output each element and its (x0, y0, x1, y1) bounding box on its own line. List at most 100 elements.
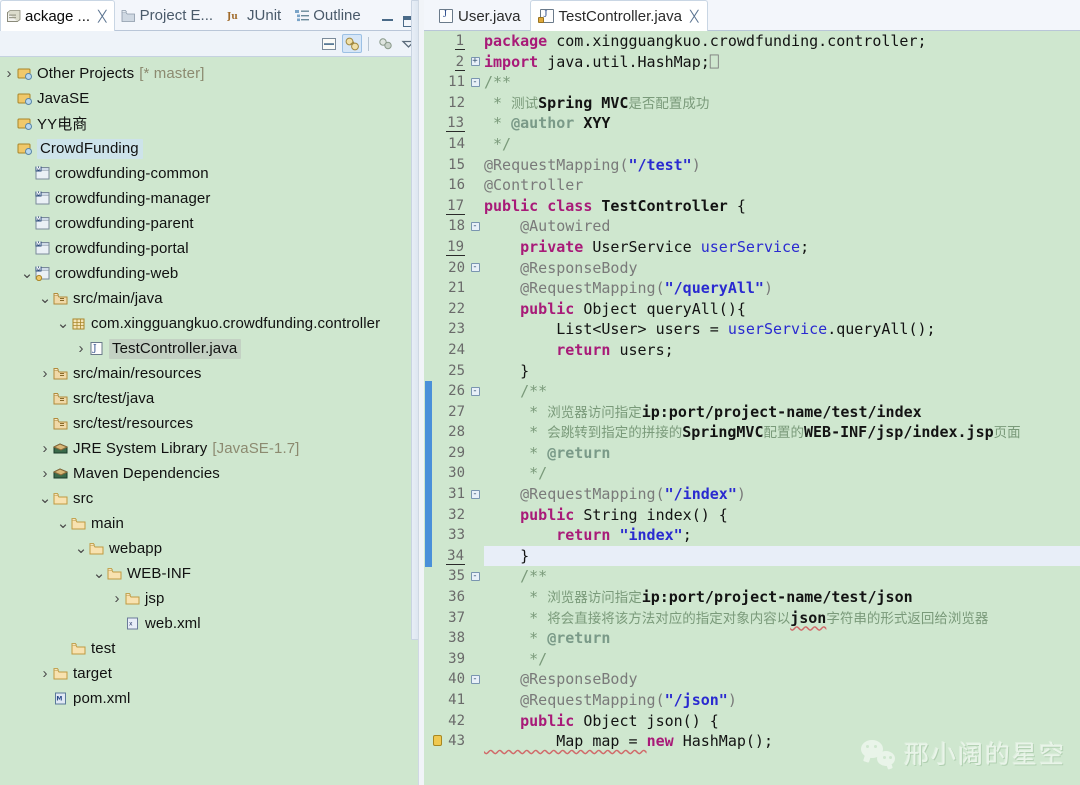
code-line[interactable]: } (484, 545, 1080, 567)
code-line[interactable]: private UserService userService; (484, 237, 1080, 258)
code-line[interactable]: import java.util.HashMap;⎕ (484, 52, 1080, 73)
fold-marker[interactable]: + (469, 52, 481, 73)
fold-marker[interactable]: - (469, 566, 481, 587)
tree-row[interactable]: Mcrowdfunding-common (0, 161, 424, 186)
tree-row[interactable]: ⌄ src (0, 486, 424, 511)
chevron-down-icon[interactable]: ⌄ (20, 266, 34, 281)
code-line[interactable]: * 测试Spring MVC是否配置成功 (484, 93, 1080, 114)
fold-marker[interactable]: - (469, 669, 481, 690)
fold-marker[interactable]: - (469, 484, 481, 505)
code-line[interactable]: /** (484, 381, 1080, 402)
project-tree[interactable]: › Other Projects [* master] JavaSE YY电商 Crowd… (0, 57, 424, 785)
code-line[interactable]: Map map = new HashMap(); (484, 731, 1080, 752)
tree-row[interactable]: › src/main/resources (0, 361, 424, 386)
code-line[interactable]: */ (484, 649, 1080, 670)
collapse-all-button[interactable] (319, 34, 339, 53)
tree-row[interactable]: ⌄ main (0, 511, 424, 536)
code-line[interactable]: * 将会直接将该方法对应的指定对象内容以json字符串的形式返回给浏览器 (484, 608, 1080, 629)
code-line[interactable]: /** (484, 72, 1080, 93)
tree-row[interactable]: JavaSE (0, 86, 424, 111)
code-line[interactable]: /** (484, 566, 1080, 587)
tree-row[interactable]: › J TestController.java (0, 336, 424, 361)
code-line[interactable]: public String index() { (484, 505, 1080, 526)
tree-row[interactable]: ⌄ webapp (0, 536, 424, 561)
warning-marker-icon[interactable] (433, 735, 442, 747)
tree-row[interactable]: test (0, 636, 424, 661)
chevron-right-icon[interactable]: › (38, 440, 52, 457)
minimize-icon[interactable] (382, 19, 393, 21)
code-line[interactable]: @RequestMapping("/json") (484, 690, 1080, 711)
code-line[interactable]: @ResponseBody (484, 258, 1080, 279)
tree-row[interactable]: YY电商 (0, 111, 424, 136)
tree-row[interactable]: › target (0, 661, 424, 686)
tree-row[interactable]: › JRE System Library [JavaSE-1.7] (0, 436, 424, 461)
chevron-down-icon[interactable]: ⌄ (56, 316, 70, 331)
code-line[interactable]: @RequestMapping("/test") (484, 155, 1080, 176)
code-line[interactable]: @RequestMapping("/index") (484, 484, 1080, 505)
tree-row[interactable]: Mcrowdfunding-parent (0, 211, 424, 236)
fold-collapse-icon[interactable]: - (470, 674, 480, 684)
close-icon[interactable]: ╳ (98, 10, 106, 23)
folding-column[interactable]: + - - - - - - - (469, 31, 481, 785)
tree-row[interactable]: › Maven Dependencies (0, 461, 424, 486)
link-with-editor-button[interactable] (342, 34, 362, 53)
code-line[interactable]: * @return (484, 443, 1080, 464)
code-line[interactable]: public Object json() { (484, 711, 1080, 732)
tree-row[interactable]: src/test/resources (0, 411, 424, 436)
fold-collapse-icon[interactable]: - (470, 489, 480, 499)
tree-row[interactable]: ⌄ Mcrowdfunding-web (0, 261, 424, 286)
code-line[interactable]: * 会跳转到指定的拼接的SpringMVC配置的WEB-INF/jsp/inde… (484, 422, 1080, 443)
editor-tab-testcontroller-java[interactable]: TestController.java ╳ (529, 0, 708, 31)
view-tab-project-explorer[interactable]: Project E... (115, 1, 221, 30)
chevron-right-icon[interactable]: › (74, 340, 88, 357)
code-line[interactable]: public class TestController { (484, 196, 1080, 217)
source-code[interactable]: package com.xingguangkuo.crowdfunding.co… (481, 31, 1080, 785)
tree-row[interactable]: x web.xml (0, 611, 424, 636)
view-tab-package-explorer[interactable]: ackage ... ╳ (0, 0, 115, 31)
fold-collapse-icon[interactable]: - (470, 263, 480, 273)
chevron-right-icon[interactable]: › (38, 365, 52, 382)
tree-row[interactable]: ⌄ WEB-INF (0, 561, 424, 586)
chevron-right-icon[interactable]: › (2, 65, 16, 82)
chevron-right-icon[interactable]: › (38, 465, 52, 482)
chevron-right-icon[interactable]: › (110, 590, 124, 607)
code-line[interactable]: return "index"; (484, 525, 1080, 546)
tree-row[interactable]: Mpom.xml (0, 686, 424, 711)
code-line[interactable]: List<User> users = userService.queryAll(… (484, 319, 1080, 340)
fold-collapse-icon[interactable]: - (470, 386, 480, 396)
tree-row[interactable]: › Other Projects [* master] (0, 61, 424, 86)
code-line[interactable]: */ (484, 463, 1080, 484)
close-icon[interactable]: ╳ (690, 10, 698, 23)
chevron-down-icon[interactable]: ⌄ (92, 566, 106, 581)
fold-collapse-icon[interactable]: - (470, 571, 480, 581)
code-line[interactable]: * 浏览器访问指定ip:port/project-name/test/index (484, 402, 1080, 423)
editor-tab-user-java[interactable]: User.java (430, 2, 530, 30)
fold-collapse-icon[interactable]: - (470, 221, 480, 231)
code-line[interactable]: * @author XYY (484, 113, 1080, 134)
code-line[interactable]: * 浏览器访问指定ip:port/project-name/test/json (484, 587, 1080, 608)
code-line[interactable]: public Object queryAll(){ (484, 299, 1080, 320)
view-filters-button[interactable] (375, 34, 395, 53)
code-line[interactable]: @Autowired (484, 216, 1080, 237)
view-tab-junit[interactable]: Ju JUnit (221, 1, 289, 30)
tree-row[interactable]: › jsp (0, 586, 424, 611)
tree-row[interactable]: CrowdFunding (0, 136, 424, 161)
fold-expand-icon[interactable]: + (470, 57, 480, 67)
code-line[interactable]: */ (484, 134, 1080, 155)
code-line[interactable]: @ResponseBody (484, 669, 1080, 690)
fold-marker[interactable]: - (469, 258, 481, 279)
chevron-down-icon[interactable]: ⌄ (38, 491, 52, 506)
fold-marker[interactable]: - (469, 216, 481, 237)
tree-row[interactable]: Mcrowdfunding-manager (0, 186, 424, 211)
view-tab-outline[interactable]: Outline (289, 1, 369, 30)
code-editor[interactable]: 1 2 11 12 13 14 15 16 17 18 19 20 21 22 23 24 25 26 27 28 29… (424, 31, 1080, 785)
code-line[interactable]: * @return (484, 628, 1080, 649)
code-line[interactable]: package com.xingguangkuo.crowdfunding.co… (484, 31, 1080, 52)
chevron-down-icon[interactable]: ⌄ (56, 516, 70, 531)
tree-row[interactable]: ⌄ src/main/java (0, 286, 424, 311)
code-line[interactable]: } (484, 361, 1080, 382)
fold-marker[interactable]: - (469, 381, 481, 402)
code-line[interactable]: @RequestMapping("/queryAll") (484, 278, 1080, 299)
fold-collapse-icon[interactable]: - (470, 77, 480, 87)
chevron-right-icon[interactable]: › (38, 665, 52, 682)
